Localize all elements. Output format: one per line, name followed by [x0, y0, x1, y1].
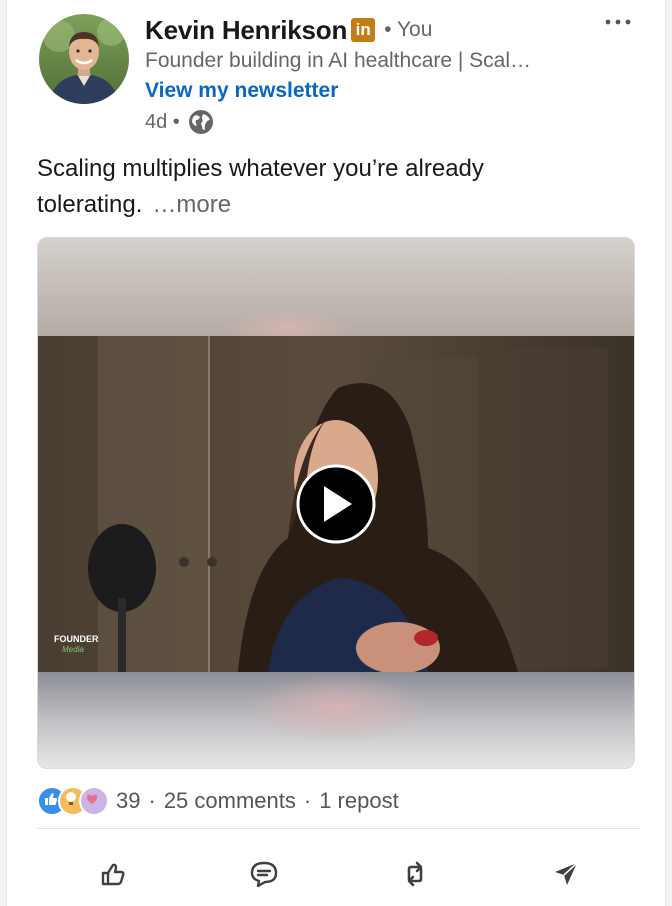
- send-icon: [554, 862, 578, 885]
- watermark-founder: FOUNDER: [54, 634, 99, 644]
- see-more-link[interactable]: …more: [152, 191, 231, 218]
- author-headline: Founder building in AI healthcare | Scal…: [145, 49, 532, 72]
- post-body: Scaling multiplies whatever you’re alrea…: [37, 155, 484, 218]
- social-counts: 39 · 25 comments · 1 repost: [37, 784, 399, 818]
- reaction-icons[interactable]: [37, 786, 109, 816]
- play-icon[interactable]: [296, 464, 376, 544]
- support-icon: [79, 786, 109, 816]
- video-player[interactable]: FOUNDER Media: [37, 237, 635, 769]
- repost-button[interactable]: [375, 848, 455, 900]
- feed-post-card: Kevin Henrikson in • You Founder buildin…: [6, 0, 666, 906]
- post-time: 4d •: [145, 110, 180, 133]
- comments-count[interactable]: 25 comments: [164, 788, 296, 814]
- divider: [37, 828, 641, 829]
- watermark-media: Media: [62, 645, 84, 654]
- more-options-icon[interactable]: [601, 12, 635, 38]
- separator: ·: [303, 788, 312, 813]
- author-avatar[interactable]: [39, 14, 129, 104]
- comment-button[interactable]: [224, 848, 304, 900]
- reposts-count[interactable]: 1 repost: [319, 788, 399, 814]
- repost-icon: [407, 861, 422, 887]
- reaction-count[interactable]: 39: [116, 788, 140, 814]
- view-newsletter-link[interactable]: View my newsletter: [145, 79, 338, 103]
- linkedin-premium-badge: in: [351, 18, 376, 42]
- globe-icon: [188, 109, 214, 135]
- author-name[interactable]: Kevin Henrikson: [145, 15, 347, 46]
- post-meta: 4d •: [145, 108, 214, 136]
- separator: ·: [148, 788, 156, 813]
- author-relation: • You: [384, 18, 433, 41]
- thumbs-up-icon: [101, 863, 124, 886]
- comment-icon: [250, 861, 277, 888]
- send-button[interactable]: [526, 848, 606, 900]
- post-action-bar: [37, 848, 641, 900]
- post-text: Scaling multiplies whatever you’re alrea…: [37, 151, 617, 223]
- author-name-row: Kevin Henrikson in • You: [145, 14, 432, 46]
- like-button[interactable]: [73, 848, 153, 900]
